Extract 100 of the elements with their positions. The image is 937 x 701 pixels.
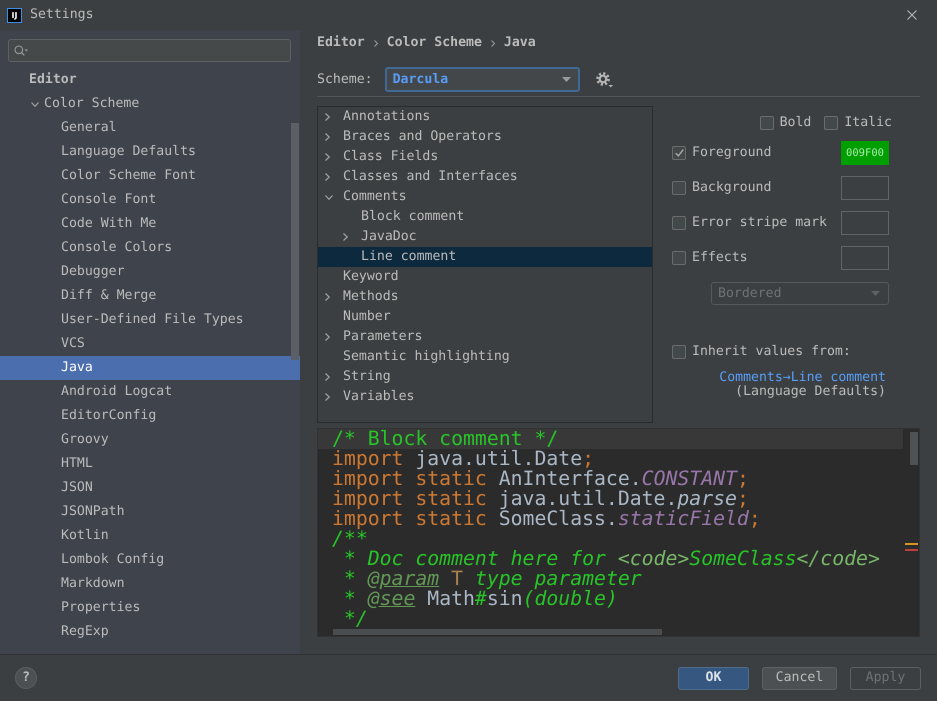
- sidebar-item[interactable]: Code With Me: [0, 212, 300, 236]
- caret-down-icon: [871, 291, 880, 296]
- chevron-right-icon[interactable]: [325, 133, 330, 141]
- code-line: import java.util.Date;: [331, 449, 596, 469]
- chevron-right-icon[interactable]: [343, 233, 348, 241]
- sidebar-item[interactable]: Language Defaults: [0, 140, 300, 164]
- sidebar-item[interactable]: Android Logcat: [0, 380, 300, 404]
- sidebar-heading[interactable]: Editor: [0, 68, 300, 92]
- chevron-right-icon[interactable]: [325, 173, 330, 181]
- sidebar-item[interactable]: Properties: [0, 596, 300, 620]
- dialog-button[interactable]: OK: [678, 666, 749, 690]
- tree-item[interactable]: Block comment: [318, 207, 652, 227]
- sidebar-item[interactable]: VCS: [0, 332, 300, 356]
- checkbox-label[interactable]: Foreground: [692, 145, 772, 161]
- sidebar-item[interactable]: HTML: [0, 452, 300, 476]
- code-line: import static AnInterface.CONSTANT;: [331, 469, 750, 489]
- breadcrumb-item[interactable]: Editor: [317, 35, 365, 51]
- chevron-right-icon[interactable]: [325, 293, 330, 301]
- chevron-right-icon[interactable]: [325, 153, 330, 161]
- scrollbar-thumb[interactable]: [910, 432, 918, 465]
- scheme-label: Scheme:: [317, 72, 373, 88]
- tree-item[interactable]: Methods: [318, 287, 652, 307]
- checkbox[interactable]: [672, 216, 686, 230]
- code-line: * @see Math#sin(double): [342, 589, 618, 609]
- tree-item[interactable]: Keyword: [318, 267, 652, 287]
- tree-item[interactable]: Classes and Interfaces: [318, 167, 652, 187]
- sidebar-item[interactable]: Color Scheme: [0, 92, 300, 116]
- dialog-button[interactable]: Cancel: [762, 666, 837, 690]
- sidebar-item[interactable]: JSON: [0, 476, 300, 500]
- sidebar-item[interactable]: EditorConfig: [0, 404, 300, 428]
- sidebar-item[interactable]: General: [0, 116, 300, 140]
- caret-down-icon: [562, 77, 571, 82]
- sidebar-item[interactable]: RegExp: [0, 620, 300, 644]
- checkbox-label[interactable]: Bold: [780, 115, 812, 131]
- sidebar-item[interactable]: Java: [0, 356, 300, 380]
- check-icon: [674, 149, 684, 157]
- tree-item[interactable]: JavaDoc: [318, 227, 652, 247]
- chevron-right-icon[interactable]: [325, 393, 330, 401]
- tree-item[interactable]: String: [318, 367, 652, 387]
- sidebar-item[interactable]: Debugger: [0, 260, 300, 284]
- sidebar-item[interactable]: Diff & Merge: [0, 284, 300, 308]
- sidebar-item[interactable]: Console Colors: [0, 236, 300, 260]
- breadcrumb-separator-icon: [490, 40, 495, 46]
- code-line: import static SomeClass.staticField;: [331, 509, 762, 529]
- code-line: /**: [331, 529, 368, 549]
- checkbox[interactable]: [672, 251, 686, 265]
- tree-item[interactable]: Class Fields: [318, 147, 652, 167]
- tree-item[interactable]: Variables: [318, 387, 652, 407]
- checkbox-label[interactable]: Effects: [692, 250, 748, 266]
- checkbox[interactable]: [760, 116, 774, 130]
- sidebar-item[interactable]: Kotlin: [0, 524, 300, 548]
- checkbox[interactable]: [824, 116, 838, 130]
- tree-item[interactable]: Comments: [318, 187, 652, 207]
- chevron-right-icon[interactable]: [325, 373, 330, 381]
- color-swatch[interactable]: [841, 211, 889, 235]
- sidebar-item[interactable]: Color Scheme Font: [0, 164, 300, 188]
- scrollbar-thumb[interactable]: [333, 629, 662, 635]
- color-swatch[interactable]: [841, 246, 889, 270]
- color-swatch[interactable]: [841, 176, 889, 200]
- code-line: * Doc comment here for <code>SomeClass</code>: [342, 549, 881, 569]
- checkbox-label[interactable]: Italic: [844, 115, 892, 131]
- breadcrumb-item[interactable]: Color Scheme: [386, 35, 482, 51]
- tree-item[interactable]: Braces and Operators: [318, 127, 652, 147]
- search-icon: [14, 45, 28, 56]
- window-title: Settings: [30, 7, 94, 23]
- checkbox[interactable]: [672, 345, 686, 359]
- app-logo: IJ: [7, 8, 22, 22]
- sidebar-item[interactable]: Markdown: [0, 572, 300, 596]
- chevron-down-icon[interactable]: [31, 102, 39, 106]
- breadcrumb-separator-icon: [374, 40, 378, 46]
- search-field[interactable]: [8, 39, 291, 62]
- tree-item[interactable]: Number: [318, 307, 652, 327]
- help-button[interactable]: ?: [15, 667, 37, 689]
- sidebar-item[interactable]: User-Defined File Types: [0, 308, 300, 332]
- checkbox-label[interactable]: Error stripe mark: [692, 215, 827, 231]
- chevron-right-icon[interactable]: [325, 113, 330, 121]
- sidebar-item[interactable]: JSONPath: [0, 500, 300, 524]
- checkbox[interactable]: [672, 181, 686, 195]
- tree-item[interactable]: Line comment: [318, 247, 652, 267]
- scheme-dropdown[interactable]: Darcula: [384, 67, 580, 92]
- checkbox[interactable]: [672, 146, 686, 160]
- close-icon[interactable]: [907, 10, 917, 20]
- scrollbar-thumb[interactable]: [291, 123, 299, 360]
- warning-marker-icon[interactable]: [905, 543, 918, 545]
- tree-item[interactable]: Annotations: [318, 107, 652, 127]
- checkbox-label[interactable]: Inherit values from:: [692, 344, 851, 360]
- error-marker-icon[interactable]: [905, 549, 918, 551]
- inherit-note: (Language Defaults): [735, 385, 886, 399]
- code-line: */: [342, 609, 368, 629]
- inherit-link[interactable]: Comments→Line comment: [719, 371, 886, 385]
- gear-icon[interactable]: [596, 72, 613, 88]
- breadcrumb-item[interactable]: Java: [504, 35, 536, 51]
- sidebar-item[interactable]: Console Font: [0, 188, 300, 212]
- chevron-down-icon[interactable]: [325, 194, 333, 200]
- sidebar-item[interactable]: Lombok Config: [0, 548, 300, 572]
- checkbox-label[interactable]: Background: [692, 180, 772, 196]
- sidebar-item[interactable]: Groovy: [0, 428, 300, 452]
- tree-item[interactable]: Parameters: [318, 327, 652, 347]
- tree-item[interactable]: Semantic highlighting: [318, 347, 652, 367]
- chevron-right-icon[interactable]: [325, 333, 330, 341]
